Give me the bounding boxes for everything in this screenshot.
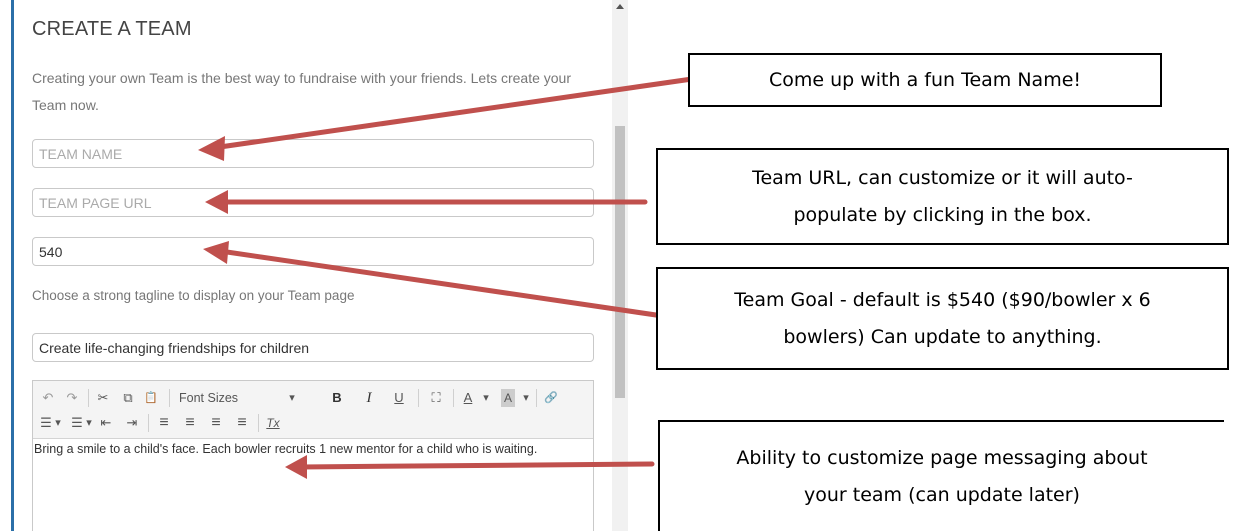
arrow-to-editor: [297, 461, 655, 470]
arrowhead-icon: [285, 455, 307, 479]
arrow-to-team-goal: [217, 248, 659, 318]
callout-page-messaging-line2: your team (can update later): [804, 483, 1080, 506]
arrowhead-icon: [198, 136, 225, 161]
callout-page-messaging: Ability to customize page messaging abou…: [658, 420, 1224, 531]
callout-team-goal-line2: bowlers) Can update to anything.: [783, 325, 1102, 348]
callout-team-name-text: Come up with a fun Team Name!: [768, 68, 1082, 91]
callout-team-url-line2: populate by clicking in the box.: [793, 203, 1092, 226]
arrowhead-icon: [205, 190, 228, 214]
arrow-to-team-name: [210, 76, 695, 151]
callout-team-name: Come up with a fun Team Name!: [688, 53, 1162, 107]
callout-team-url-line1: Team URL, can customize or it will auto-: [752, 166, 1133, 189]
callout-team-goal-line1: Team Goal - default is $540 ($90/bowler …: [734, 288, 1151, 311]
arrowhead-icon: [203, 241, 229, 264]
callout-page-messaging-line1: Ability to customize page messaging abou…: [736, 446, 1148, 469]
callout-team-goal: Team Goal - default is $540 ($90/bowler …: [656, 267, 1229, 370]
callout-team-url: Team URL, can customize or it will auto-…: [656, 148, 1229, 245]
